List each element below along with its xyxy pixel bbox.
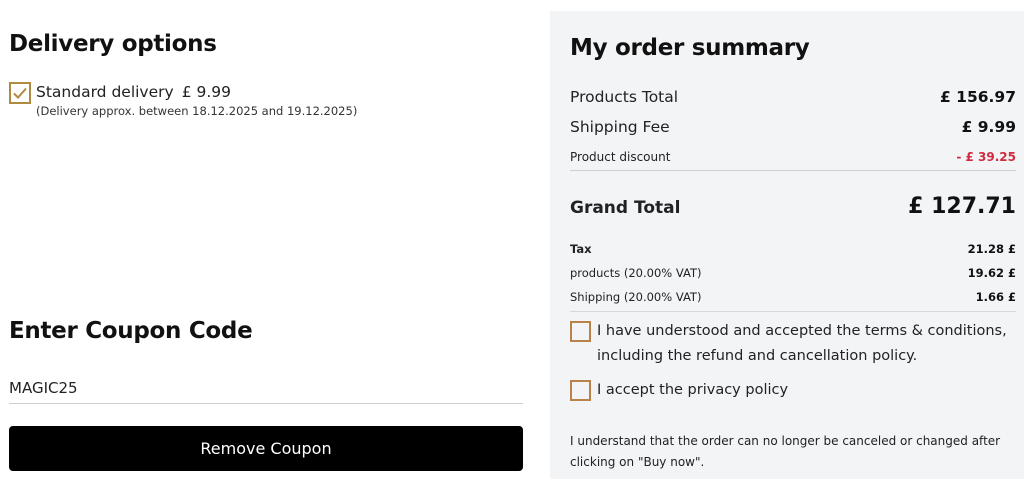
delivery-option-label: Standard delivery bbox=[36, 83, 174, 101]
vat-shipping-value: 1.66 £ bbox=[975, 290, 1016, 304]
grand-total-value: £ 127.71 bbox=[908, 194, 1016, 219]
left-column: Delivery options Standard delivery £ 9.99… bbox=[9, 0, 523, 479]
tax-row: Tax 21.28 £ bbox=[570, 242, 1016, 256]
vat-products-value: 19.62 £ bbox=[967, 266, 1016, 280]
checkmark-icon bbox=[13, 87, 27, 99]
remove-coupon-button[interactable]: Remove Coupon bbox=[9, 426, 523, 471]
order-final-note: I understand that the order can no longe… bbox=[570, 431, 1016, 473]
order-summary-panel: My order summary Products Total £ 156.97… bbox=[550, 11, 1024, 479]
grand-total-label: Grand Total bbox=[570, 198, 681, 218]
note-line-2: clicking on "Buy now". bbox=[570, 455, 705, 469]
product-discount-value: - £ 39.25 bbox=[956, 150, 1016, 164]
shipping-fee-value: £ 9.99 bbox=[961, 118, 1016, 136]
coupon-code-input[interactable] bbox=[9, 372, 523, 404]
order-summary-heading: My order summary bbox=[570, 35, 810, 61]
products-total-value: £ 156.97 bbox=[940, 88, 1016, 106]
terms-line-2: including the refund and cancellation po… bbox=[597, 348, 918, 364]
privacy-checkbox[interactable] bbox=[570, 380, 591, 401]
coupon-heading: Enter Coupon Code bbox=[9, 318, 253, 344]
shipping-fee-row: Shipping Fee £ 9.99 bbox=[570, 118, 1016, 136]
grand-total-row: Grand Total £ 127.71 bbox=[570, 194, 1016, 219]
delivery-option-text: Standard delivery £ 9.99 (Delivery approx… bbox=[36, 82, 357, 118]
standard-delivery-checkbox[interactable] bbox=[9, 82, 31, 104]
terms-line-1: I have understood and accepted the terms… bbox=[597, 323, 1007, 339]
delivery-option-price: £ 9.99 bbox=[181, 83, 231, 101]
tax-value: 21.28 £ bbox=[967, 242, 1016, 256]
terms-consent[interactable]: I have understood and accepted the terms… bbox=[570, 321, 1016, 369]
product-discount-row: Product discount - £ 39.25 bbox=[570, 150, 1016, 164]
products-total-row: Products Total £ 156.97 bbox=[570, 88, 1016, 106]
product-discount-label: Product discount bbox=[570, 150, 671, 164]
vat-products-label: products (20.00% VAT) bbox=[570, 266, 702, 280]
delivery-options-heading: Delivery options bbox=[9, 31, 217, 57]
tax-label: Tax bbox=[570, 242, 592, 256]
terms-checkbox[interactable] bbox=[570, 321, 591, 342]
vat-shipping-row: Shipping (20.00% VAT) 1.66 £ bbox=[570, 290, 1016, 304]
shipping-fee-label: Shipping Fee bbox=[570, 118, 670, 136]
privacy-consent-label: I accept the privacy policy bbox=[597, 382, 789, 398]
vat-shipping-label: Shipping (20.00% VAT) bbox=[570, 290, 702, 304]
products-total-label: Products Total bbox=[570, 88, 679, 106]
summary-divider bbox=[570, 170, 1016, 171]
terms-consent-text: I have understood and accepted the terms… bbox=[597, 319, 1007, 369]
standard-delivery-option[interactable]: Standard delivery £ 9.99 (Delivery approx… bbox=[9, 82, 357, 118]
privacy-consent[interactable]: I accept the privacy policy bbox=[570, 380, 788, 403]
vat-products-row: products (20.00% VAT) 19.62 £ bbox=[570, 266, 1016, 280]
delivery-estimate-note: (Delivery approx. between 18.12.2025 and… bbox=[36, 104, 358, 118]
note-line-1: I understand that the order can no longe… bbox=[570, 434, 1001, 448]
delivery-option-label-line: Standard delivery £ 9.99 bbox=[36, 82, 357, 102]
tax-divider bbox=[570, 311, 1016, 312]
